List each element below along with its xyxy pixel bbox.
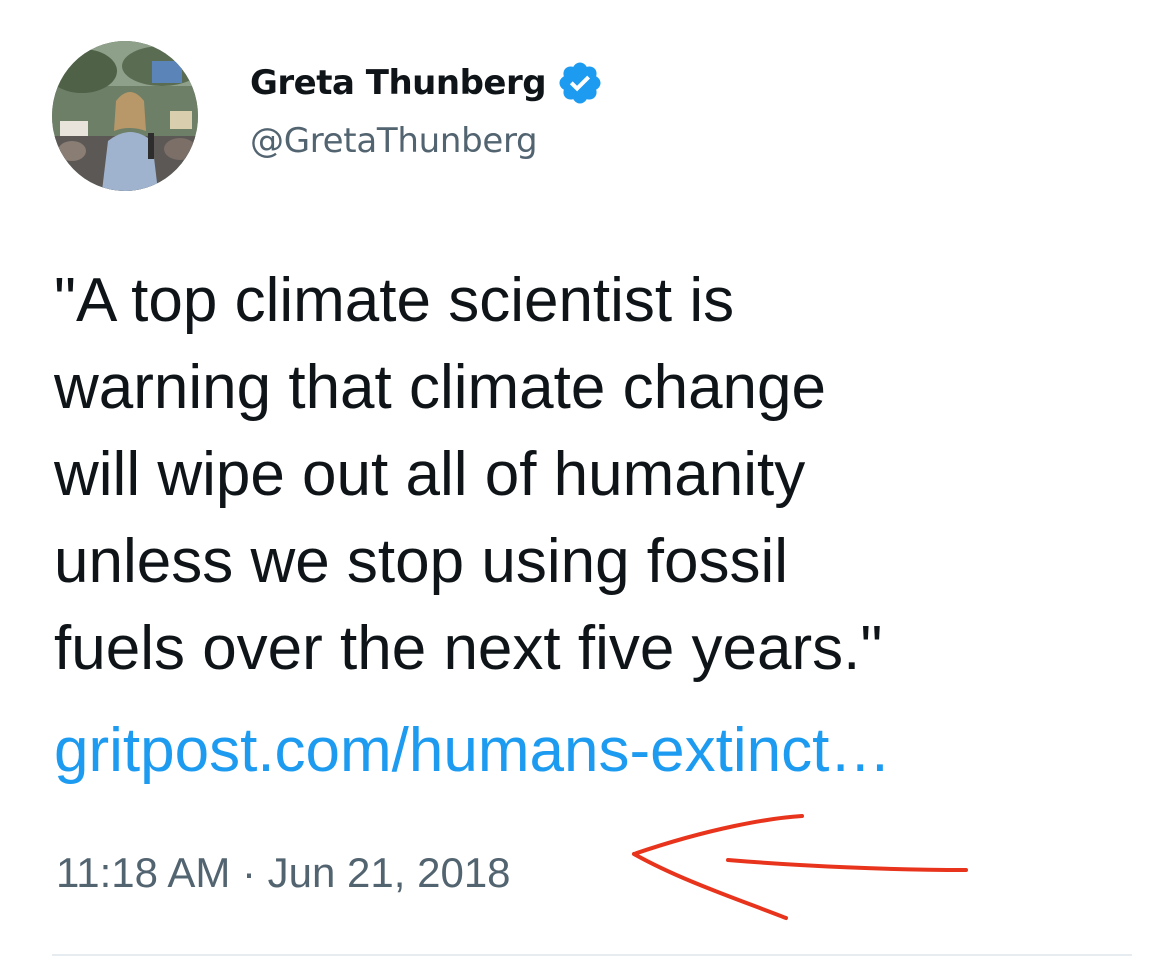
tweet-text-line: unless we stop using fossil [54, 527, 789, 596]
tweet-text-line: warning that climate change [54, 353, 827, 422]
tweet-card: Greta Thunberg @GretaThunberg "A top cli… [0, 0, 1163, 962]
tweet-text-line: fuels over the next five years." [54, 614, 883, 683]
tweet-link[interactable]: gritpost.com/humans-extinct… [54, 707, 891, 794]
red-arrow-annotation [632, 814, 968, 920]
tweet-text-line: will wipe out all of humanity [54, 440, 806, 509]
tweet-timestamp[interactable]: 11:18 AM · Jun 21, 2018 [56, 849, 511, 897]
tweet-text: "A top climate scientist is warning that… [54, 257, 1134, 692]
avatar-photo [52, 41, 198, 191]
verified-badge-icon [556, 59, 604, 107]
author-display-name[interactable]: Greta Thunberg [250, 63, 547, 103]
author-name-row: Greta Thunberg [250, 58, 604, 108]
author-handle[interactable]: @GretaThunberg [250, 121, 538, 161]
tweet-divider [52, 954, 1132, 956]
tweet-text-line: "A top climate scientist is [54, 266, 735, 335]
avatar[interactable] [52, 41, 198, 191]
